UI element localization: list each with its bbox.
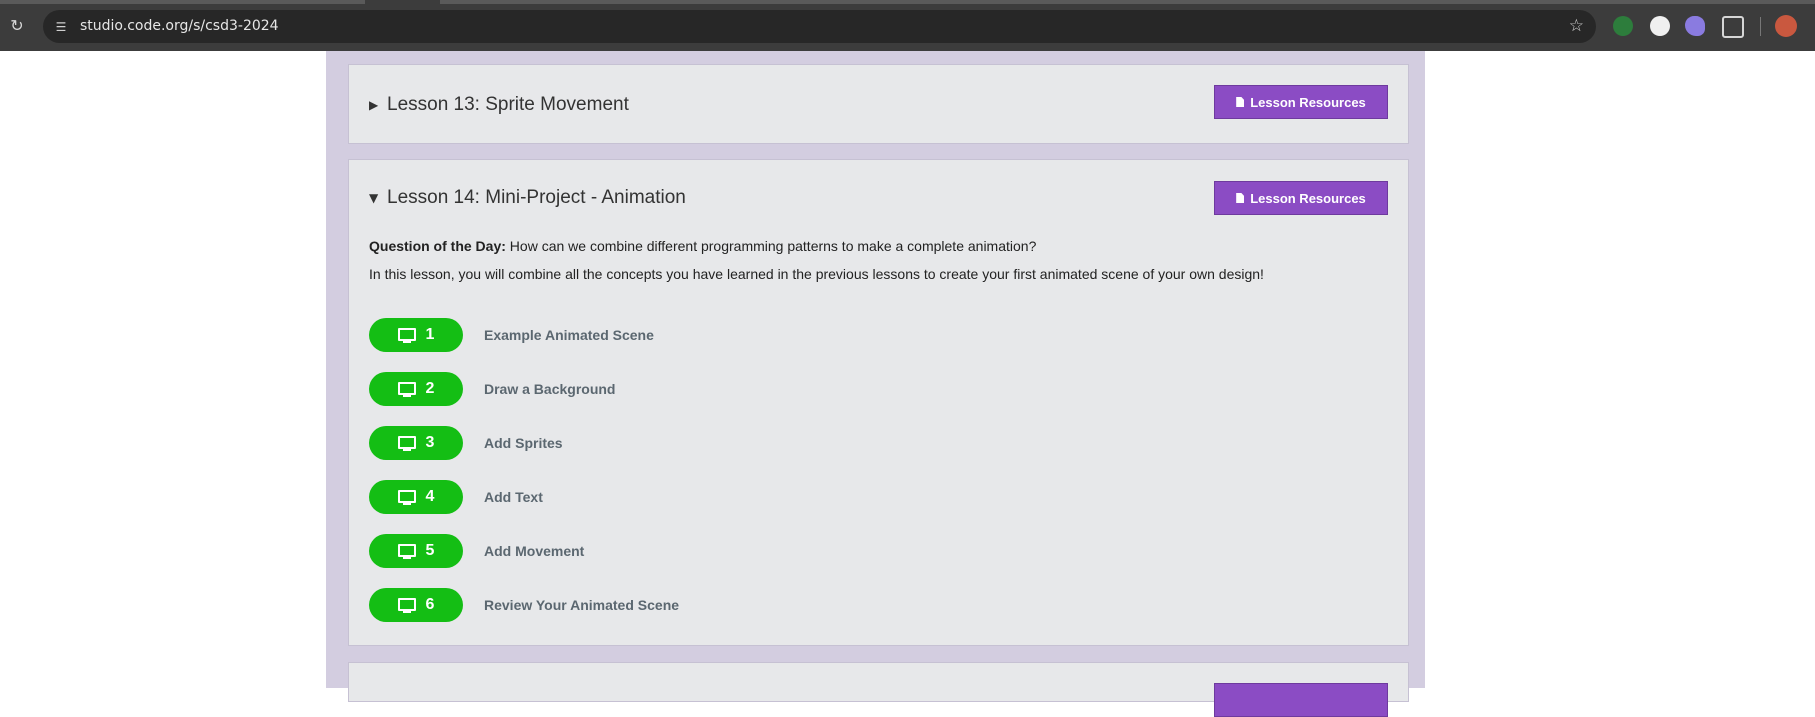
lesson-overview: In this lesson, you will combine all the… (369, 266, 1264, 282)
extension-icon[interactable] (1650, 16, 1670, 36)
level-bubble[interactable]: 2 (369, 372, 463, 406)
level-number: 4 (425, 488, 435, 505)
level-row[interactable]: 2 Draw a Background (369, 372, 615, 406)
monitor-icon (397, 597, 416, 613)
monitor-icon (397, 489, 416, 505)
level-row[interactable]: 6 Review Your Animated Scene (369, 588, 679, 622)
profile-avatar[interactable] (1775, 15, 1797, 37)
level-name[interactable]: Draw a Background (484, 381, 615, 397)
extensions-puzzle-icon[interactable] (1722, 16, 1744, 38)
document-icon (1236, 193, 1245, 203)
lesson-title[interactable]: Lesson 14: Mini-Project - Animation (387, 187, 686, 209)
lesson-header[interactable]: ▼ Lesson 14: Mini-Project - Animation (369, 160, 686, 236)
extension-icon[interactable] (1685, 16, 1705, 36)
caret-down-icon[interactable]: ▼ (369, 191, 385, 205)
lesson-card: ▼ Lesson 14: Mini-Project - Animation Le… (348, 159, 1409, 646)
toolbar-divider (1760, 17, 1761, 36)
level-bubble[interactable]: 5 (369, 534, 463, 568)
caret-right-icon[interactable]: ▶ (369, 98, 385, 112)
star-icon[interactable]: ☆ (1569, 16, 1584, 36)
level-name[interactable]: Example Animated Scene (484, 327, 654, 343)
browser-toolbar: ↻ ☰ studio.code.org/s/csd3-2024 ☆ (0, 0, 1815, 51)
level-name[interactable]: Add Text (484, 489, 543, 505)
level-number: 1 (425, 326, 435, 343)
tab-strip-edge (440, 0, 1815, 4)
level-bubble[interactable]: 6 (369, 588, 463, 622)
level-row[interactable]: 4 Add Text (369, 480, 543, 514)
extension-icon[interactable] (1613, 16, 1633, 36)
tab-strip-edge (0, 0, 365, 4)
url-text[interactable]: studio.code.org/s/csd3-2024 (80, 18, 279, 34)
lesson-header[interactable]: ▶ Lesson 13: Sprite Movement (369, 65, 629, 145)
level-name[interactable]: Review Your Animated Scene (484, 597, 679, 613)
address-bar[interactable]: ☰ studio.code.org/s/csd3-2024 ☆ (43, 10, 1596, 43)
lesson-resources-button[interactable]: Lesson Resources (1214, 181, 1388, 215)
level-number: 6 (425, 596, 435, 613)
level-bubble[interactable]: 3 (369, 426, 463, 460)
level-name[interactable]: Add Sprites (484, 435, 563, 451)
monitor-icon (397, 327, 416, 343)
lesson-card (348, 662, 1409, 717)
level-number: 5 (425, 542, 435, 559)
level-row[interactable]: 3 Add Sprites (369, 426, 563, 460)
level-row[interactable]: 1 Example Animated Scene (369, 318, 654, 352)
level-name[interactable]: Add Movement (484, 543, 584, 559)
question-text: How can we combine different programming… (509, 238, 1037, 254)
level-bubble[interactable]: 4 (369, 480, 463, 514)
lesson-title[interactable]: Lesson 13: Sprite Movement (387, 94, 629, 116)
level-row[interactable]: 5 Add Movement (369, 534, 584, 568)
level-bubble[interactable]: 1 (369, 318, 463, 352)
site-info-icon[interactable]: ☰ (52, 18, 70, 36)
level-number: 2 (425, 380, 435, 397)
lesson-resources-button[interactable] (1214, 683, 1388, 717)
monitor-icon (397, 543, 416, 559)
monitor-icon (397, 435, 416, 451)
lesson-card: ▶ Lesson 13: Sprite Movement Lesson Reso… (348, 64, 1409, 144)
monitor-icon (397, 381, 416, 397)
reload-icon[interactable]: ↻ (8, 17, 26, 35)
lesson-resources-label: Lesson Resources (1250, 190, 1366, 206)
level-number: 3 (425, 434, 435, 451)
document-icon (1236, 97, 1245, 107)
question-label: Question of the Day: (369, 238, 506, 254)
lesson-resources-button[interactable]: Lesson Resources (1214, 85, 1388, 119)
question-of-the-day: Question of the Day: How can we combine … (369, 238, 1036, 254)
lesson-resources-label: Lesson Resources (1250, 94, 1366, 110)
